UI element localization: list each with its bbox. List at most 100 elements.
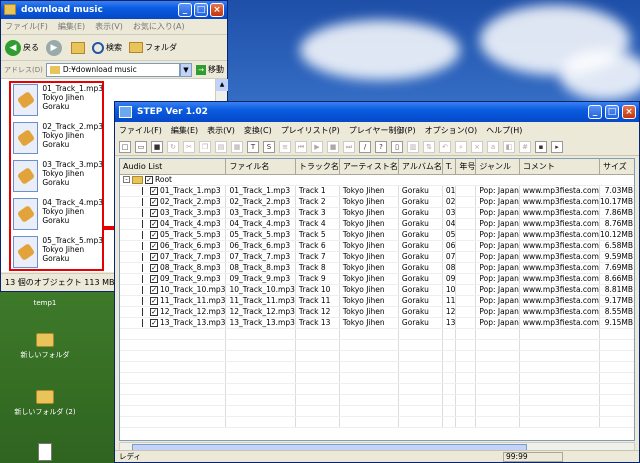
cell-artist[interactable]: Tokyo Jihen [339, 262, 399, 274]
cell-size[interactable]: 9.59MB [599, 251, 634, 263]
cell-genre[interactable]: Pop: Japan [475, 196, 520, 208]
next-track-icon[interactable]: ⏭ [343, 140, 355, 153]
cell-track-number[interactable]: 11 [442, 295, 457, 307]
copy-icon[interactable]: ❐ [199, 140, 211, 153]
cut-icon[interactable]: ✂ [183, 140, 195, 153]
cell-file-name[interactable]: 06_Track_6.mp3 [225, 240, 296, 252]
cell-audio-list[interactable]: ✓ 03_Track_3.mp3 [120, 207, 227, 219]
bookmark-icon[interactable]: ▪ [535, 140, 547, 153]
column-header-artist[interactable]: アーティスト名 [339, 159, 399, 175]
number-icon[interactable]: # [519, 140, 531, 153]
cell-file-name[interactable]: 09_Track_9.mp3 [225, 273, 296, 285]
desktop-icon-new-folder-2[interactable]: 新しいフォルダ (2) [0, 390, 90, 417]
cell-year[interactable] [455, 218, 477, 230]
cell-track-name[interactable]: Track 6 [295, 240, 340, 252]
cell-track-number[interactable]: 12 [442, 306, 457, 318]
cell-genre[interactable]: Pop: Japan [475, 240, 520, 252]
root-row[interactable]: - ✓ Root [120, 174, 634, 186]
cell-genre[interactable]: Pop: Japan [475, 218, 520, 230]
cell-file-name[interactable]: 04_Track_4.mp3 [225, 218, 296, 230]
cell-year[interactable] [455, 262, 477, 274]
sort-icon[interactable]: ⇅ [423, 140, 435, 153]
menu-player-control[interactable]: プレイヤー制御(P) [349, 125, 416, 136]
cell-file-name[interactable]: 08_Track_8.mp3 [225, 262, 296, 274]
cell-album[interactable]: Goraku [398, 185, 443, 197]
cell-audio-list[interactable]: ✓ 04_Track_4.mp3 [120, 218, 227, 230]
cell-year[interactable] [455, 207, 477, 219]
cell-album[interactable]: Goraku [398, 229, 443, 241]
cell-artist[interactable]: Tokyo Jihen [339, 240, 399, 252]
table-row[interactable]: ✓ 13_Track_13.mp3 13_Track_13.mp3 Track 13 T… [120, 317, 634, 329]
root-checkbox[interactable]: ✓ [145, 175, 153, 184]
row-checkbox[interactable]: ✓ [150, 208, 158, 217]
cell-album[interactable]: Goraku [398, 262, 443, 274]
scroll-up-icon[interactable]: ▲ [216, 79, 228, 91]
column-header-genre[interactable]: ジャンル [475, 159, 520, 175]
cell-album[interactable]: Goraku [398, 273, 443, 285]
column-header-track-number[interactable]: T. [442, 159, 457, 175]
help-icon[interactable]: ? [375, 140, 387, 153]
cell-genre[interactable]: Pop: Japan [475, 317, 520, 329]
row-checkbox[interactable]: ✓ [150, 252, 158, 261]
cell-size[interactable]: 6.58MB [599, 240, 634, 252]
cell-track-name[interactable]: Track 3 [295, 207, 340, 219]
cell-size[interactable]: 10.12MB [599, 229, 634, 241]
cell-year[interactable] [455, 317, 477, 329]
cell-file-name[interactable]: 03_Track_3.mp3 [225, 207, 296, 219]
fill-icon[interactable]: ◧ [503, 140, 515, 153]
cell-track-number[interactable]: 07 [442, 251, 457, 263]
cell-audio-list[interactable]: ✓ 10_Track_10.mp3 [120, 284, 227, 296]
go-button[interactable]: → 移動 [196, 64, 224, 75]
cell-file-name[interactable]: 02_Track_2.mp3 [225, 196, 296, 208]
cell-comment[interactable]: www.mp3fiesta.com [519, 284, 600, 296]
file-item[interactable]: 03_Track_3.mp3 Tokyo Jihen Goraku [13, 160, 103, 196]
cell-year[interactable] [455, 229, 477, 241]
prev-track-icon[interactable]: ⏮ [295, 140, 307, 153]
cell-audio-list[interactable]: ✓ 09_Track_9.mp3 [120, 273, 227, 285]
cell-comment[interactable]: www.mp3fiesta.com [519, 196, 600, 208]
file-item[interactable]: 01_Track_1.mp3 Tokyo Jihen Goraku [13, 84, 103, 120]
cell-track-name[interactable]: Track 11 [295, 295, 340, 307]
paste-icon[interactable]: ▤ [215, 140, 227, 153]
cell-track-number[interactable]: 06 [442, 240, 457, 252]
row-checkbox[interactable]: ✓ [150, 219, 158, 228]
chevron-down-icon[interactable]: ▼ [180, 62, 192, 77]
spell-icon[interactable]: a [487, 140, 499, 153]
stop-icon[interactable]: ■ [327, 140, 339, 153]
cell-comment[interactable]: www.mp3fiesta.com [519, 273, 600, 285]
back-button[interactable]: ◀ 戻る [5, 39, 39, 56]
table-row[interactable]: ✓ 11_Track_11.mp3 11_Track_11.mp3 Track 11 T… [120, 295, 634, 307]
table-row[interactable]: ✓ 04_Track_4.mp3 04_Track_4.mp3 Track 4 Toky… [120, 218, 634, 230]
cell-artist[interactable]: Tokyo Jihen [339, 218, 399, 230]
cell-comment[interactable]: www.mp3fiesta.com [519, 207, 600, 219]
cell-size[interactable]: 10.17MB [599, 196, 634, 208]
menu-view[interactable]: 表示(V) [207, 125, 235, 136]
cell-year[interactable] [455, 185, 477, 197]
close-button[interactable]: × [622, 105, 636, 119]
table-row[interactable]: ✓ 02_Track_2.mp3 02_Track_2.mp3 Track 2 Toky… [120, 196, 634, 208]
cell-track-number[interactable]: 08 [442, 262, 457, 274]
cell-comment[interactable]: www.mp3fiesta.com [519, 317, 600, 329]
cell-track-number[interactable]: 05 [442, 229, 457, 241]
cell-album[interactable]: Goraku [398, 218, 443, 230]
table-row[interactable]: ✓ 09_Track_9.mp3 09_Track_9.mp3 Track 9 Toky… [120, 273, 634, 285]
cell-size[interactable]: 8.66MB [599, 273, 634, 285]
row-checkbox[interactable]: ✓ [150, 274, 158, 283]
find-icon[interactable]: ⌕ [455, 140, 467, 153]
cell-track-name[interactable]: Track 4 [295, 218, 340, 230]
table-row[interactable]: ✓ 06_Track_6.mp3 06_Track_6.mp3 Track 6 Toky… [120, 240, 634, 252]
cell-artist[interactable]: Tokyo Jihen [339, 306, 399, 318]
cell-comment[interactable]: www.mp3fiesta.com [519, 262, 600, 274]
cell-audio-list[interactable]: ✓ 08_Track_8.mp3 [120, 262, 227, 274]
cell-file-name[interactable]: 05_Track_5.mp3 [225, 229, 296, 241]
cell-track-name[interactable]: Track 7 [295, 251, 340, 263]
cell-track-name[interactable]: Track 9 [295, 273, 340, 285]
cell-genre[interactable]: Pop: Japan [475, 284, 520, 296]
cell-year[interactable] [455, 284, 477, 296]
cell-file-name[interactable]: 07_Track_7.mp3 [225, 251, 296, 263]
delete-icon[interactable]: × [471, 140, 483, 153]
copy-column-icon[interactable]: ▥ [407, 140, 419, 153]
cell-file-name[interactable]: 10_Track_10.mp3 [225, 284, 296, 296]
list-icon[interactable]: ≡ [279, 140, 291, 153]
cell-audio-list[interactable]: ✓ 05_Track_5.mp3 [120, 229, 227, 241]
